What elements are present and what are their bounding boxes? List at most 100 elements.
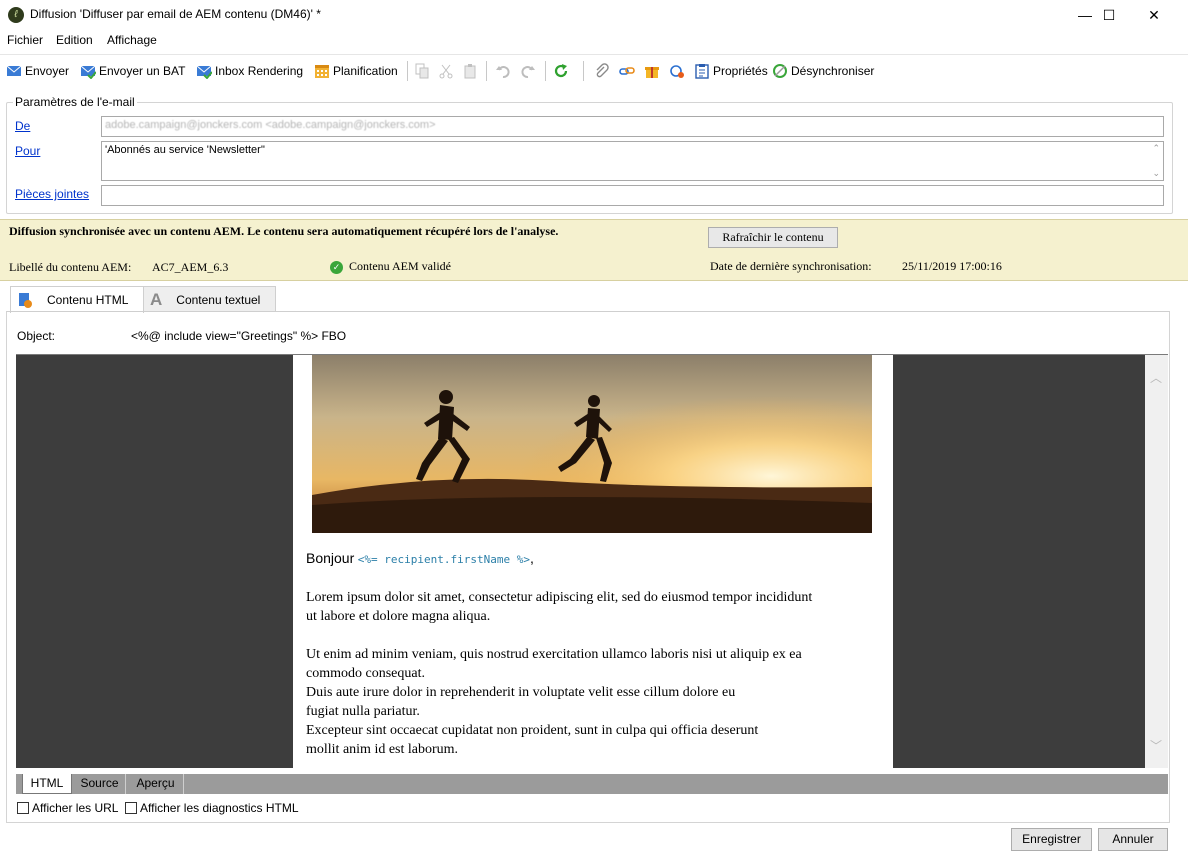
from-link[interactable]: De xyxy=(15,119,30,133)
close-button[interactable]: ✕ xyxy=(1131,0,1177,30)
paperclip-icon xyxy=(594,63,610,79)
email-preview[interactable]: Bonjour <%= recipient.firstName %>, Lore… xyxy=(16,354,1168,768)
schedule-label: Planification xyxy=(333,64,398,78)
tab-text-label: Contenu textuel xyxy=(176,292,261,307)
tab-html-label: Contenu HTML xyxy=(47,293,129,307)
unsync-icon xyxy=(772,63,788,79)
undo-icon xyxy=(495,63,511,79)
attachment-button[interactable] xyxy=(594,62,613,80)
attachments-link[interactable]: Pièces jointes xyxy=(15,187,89,201)
aem-sync-banner: Diffusion synchronisée avec un contenu A… xyxy=(0,219,1188,281)
greeting-comma: , xyxy=(529,550,534,566)
paragraph-line: ut labore et dolore magna aliqua. xyxy=(306,609,491,624)
inbox-rendering-label: Inbox Rendering xyxy=(215,64,304,78)
unsync-label: Désynchroniser xyxy=(791,64,875,78)
menu-bar: Fichier Edition Affichage xyxy=(0,30,1188,50)
copy-icon xyxy=(414,63,430,79)
scroll-up-icon[interactable]: ⌃ xyxy=(1152,143,1160,154)
paragraph-2: Ut enim ad minim veniam, quis nostrud ex… xyxy=(306,645,886,759)
scroll-up-icon[interactable]: ︿ xyxy=(1150,369,1162,386)
paragraph-line: Duis aute irure dolor in reprehenderit i… xyxy=(306,685,736,700)
to-link[interactable]: Pour xyxy=(15,144,40,158)
from-value: adobe.campaign@jonckers.com <adobe.campa… xyxy=(105,119,436,131)
aem-sync-message: Diffusion synchronisée avec un contenu A… xyxy=(9,224,559,238)
view-mode-tabs: HTML Source Aperçu xyxy=(16,774,1168,794)
app-icon: ℓ xyxy=(8,7,24,23)
aem-content-label-value: AC7_AEM_6.3 xyxy=(152,260,229,274)
refresh-content-button[interactable]: Rafraîchir le contenu xyxy=(708,227,838,248)
personalization-button[interactable] xyxy=(644,62,663,80)
show-urls-label: Afficher les URL xyxy=(32,801,119,815)
cancel-button[interactable]: Annuler xyxy=(1098,828,1168,851)
scroll-down-icon[interactable]: ﹀ xyxy=(1150,737,1162,754)
schedule-button[interactable]: Planification xyxy=(314,62,398,80)
object-value[interactable]: <%@ include view="Greetings" %> FBO xyxy=(131,329,346,343)
envelope-icon xyxy=(6,63,22,79)
window-title: Diffusion 'Diffuser par email de AEM con… xyxy=(30,7,321,21)
refresh-button[interactable] xyxy=(553,62,572,80)
properties-button[interactable]: Propriétés xyxy=(694,62,768,80)
toolbar-separator xyxy=(545,61,546,81)
checkbox-box[interactable] xyxy=(125,802,137,814)
links-button[interactable] xyxy=(619,62,638,80)
paragraph-line: Excepteur sint occaecat cupidatat non pr… xyxy=(306,723,759,738)
save-button[interactable]: Enregistrer xyxy=(1011,828,1092,851)
unsync-button[interactable]: Désynchroniser xyxy=(772,62,874,80)
cut-button[interactable] xyxy=(438,62,457,80)
tab-view-preview[interactable]: Aperçu xyxy=(128,774,184,794)
to-value: 'Abonnés au service 'Newsletter'' xyxy=(105,144,266,156)
tab-view-html[interactable]: HTML xyxy=(22,774,72,794)
envelope-check-icon xyxy=(80,63,97,80)
scissors-icon xyxy=(438,63,454,79)
html-document-icon xyxy=(17,292,33,308)
from-field[interactable]: adobe.campaign@jonckers.com <adobe.campa… xyxy=(101,116,1164,137)
text-letter-icon: A xyxy=(150,289,163,309)
show-diagnostics-label: Afficher les diagnostics HTML xyxy=(140,801,299,815)
tracking-button[interactable] xyxy=(669,62,688,80)
paragraph-line: mollit anim id est laborum. xyxy=(306,742,459,757)
checkbox-box[interactable] xyxy=(17,802,29,814)
send-button[interactable]: Envoyer xyxy=(6,62,69,80)
last-sync-value: 25/11/2019 17:00:16 xyxy=(902,259,1002,273)
content-tabs: Contenu HTML A Contenu textuel xyxy=(0,286,1188,313)
properties-label: Propriétés xyxy=(713,64,768,78)
menu-edit[interactable]: Edition xyxy=(56,33,93,47)
clipboard-list-icon xyxy=(694,63,710,79)
show-diagnostics-checkbox[interactable]: Afficher les diagnostics HTML xyxy=(125,801,299,815)
menu-file[interactable]: Fichier xyxy=(7,33,43,47)
aem-validated-status: ✓ Contenu AEM validé xyxy=(330,259,451,274)
inbox-rendering-button[interactable]: Inbox Rendering xyxy=(196,62,303,80)
send-proof-button[interactable]: Envoyer un BAT xyxy=(80,62,185,80)
tab-html-content[interactable]: Contenu HTML xyxy=(10,286,144,313)
toolbar-separator xyxy=(407,61,408,81)
paragraph-line: Lorem ipsum dolor sit amet, consectetur … xyxy=(306,590,813,605)
paste-button[interactable] xyxy=(462,62,481,80)
gift-icon xyxy=(644,63,660,79)
copy-button[interactable] xyxy=(414,62,433,80)
paragraph-line: commodo consequat. xyxy=(306,666,425,681)
maximize-button[interactable]: ☐ xyxy=(1086,0,1132,30)
envelope-check-icon xyxy=(196,63,213,80)
send-proof-label: Envoyer un BAT xyxy=(99,64,186,78)
object-label: Object: xyxy=(17,329,56,343)
tracking-icon xyxy=(669,63,685,79)
email-body: Bonjour <%= recipient.firstName %>, Lore… xyxy=(293,355,893,768)
undo-button[interactable] xyxy=(495,62,514,80)
preview-scrollbar[interactable]: ︿ ﹀ xyxy=(1145,355,1168,768)
link-icon xyxy=(619,63,635,79)
menu-view[interactable]: Affichage xyxy=(107,33,157,47)
show-urls-checkbox[interactable]: Afficher les URL xyxy=(17,801,118,815)
tab-view-source[interactable]: Source xyxy=(74,774,126,794)
to-field[interactable]: 'Abonnés au service 'Newsletter'' ⌃ ⌄ xyxy=(101,141,1164,181)
email-parameters-group: Paramètres de l'e-mail De adobe.campaign… xyxy=(6,95,1173,214)
redo-button[interactable] xyxy=(520,62,539,80)
email-parameters-legend: Paramètres de l'e-mail xyxy=(13,95,137,109)
attachments-field[interactable] xyxy=(101,185,1164,206)
tab-text-content[interactable]: A Contenu textuel xyxy=(143,286,276,312)
paragraph-line: Ut enim ad minim veniam, quis nostrud ex… xyxy=(306,647,802,662)
scroll-down-icon[interactable]: ⌄ xyxy=(1152,168,1160,179)
personalization-tag: <%= recipient.firstName %> xyxy=(357,553,530,566)
redo-icon xyxy=(520,63,536,79)
editor-panel: Object: <%@ include view="Greetings" %> … xyxy=(6,311,1170,823)
toolbar: Envoyer Envoyer un BAT Inbox Rendering P… xyxy=(0,54,1188,84)
